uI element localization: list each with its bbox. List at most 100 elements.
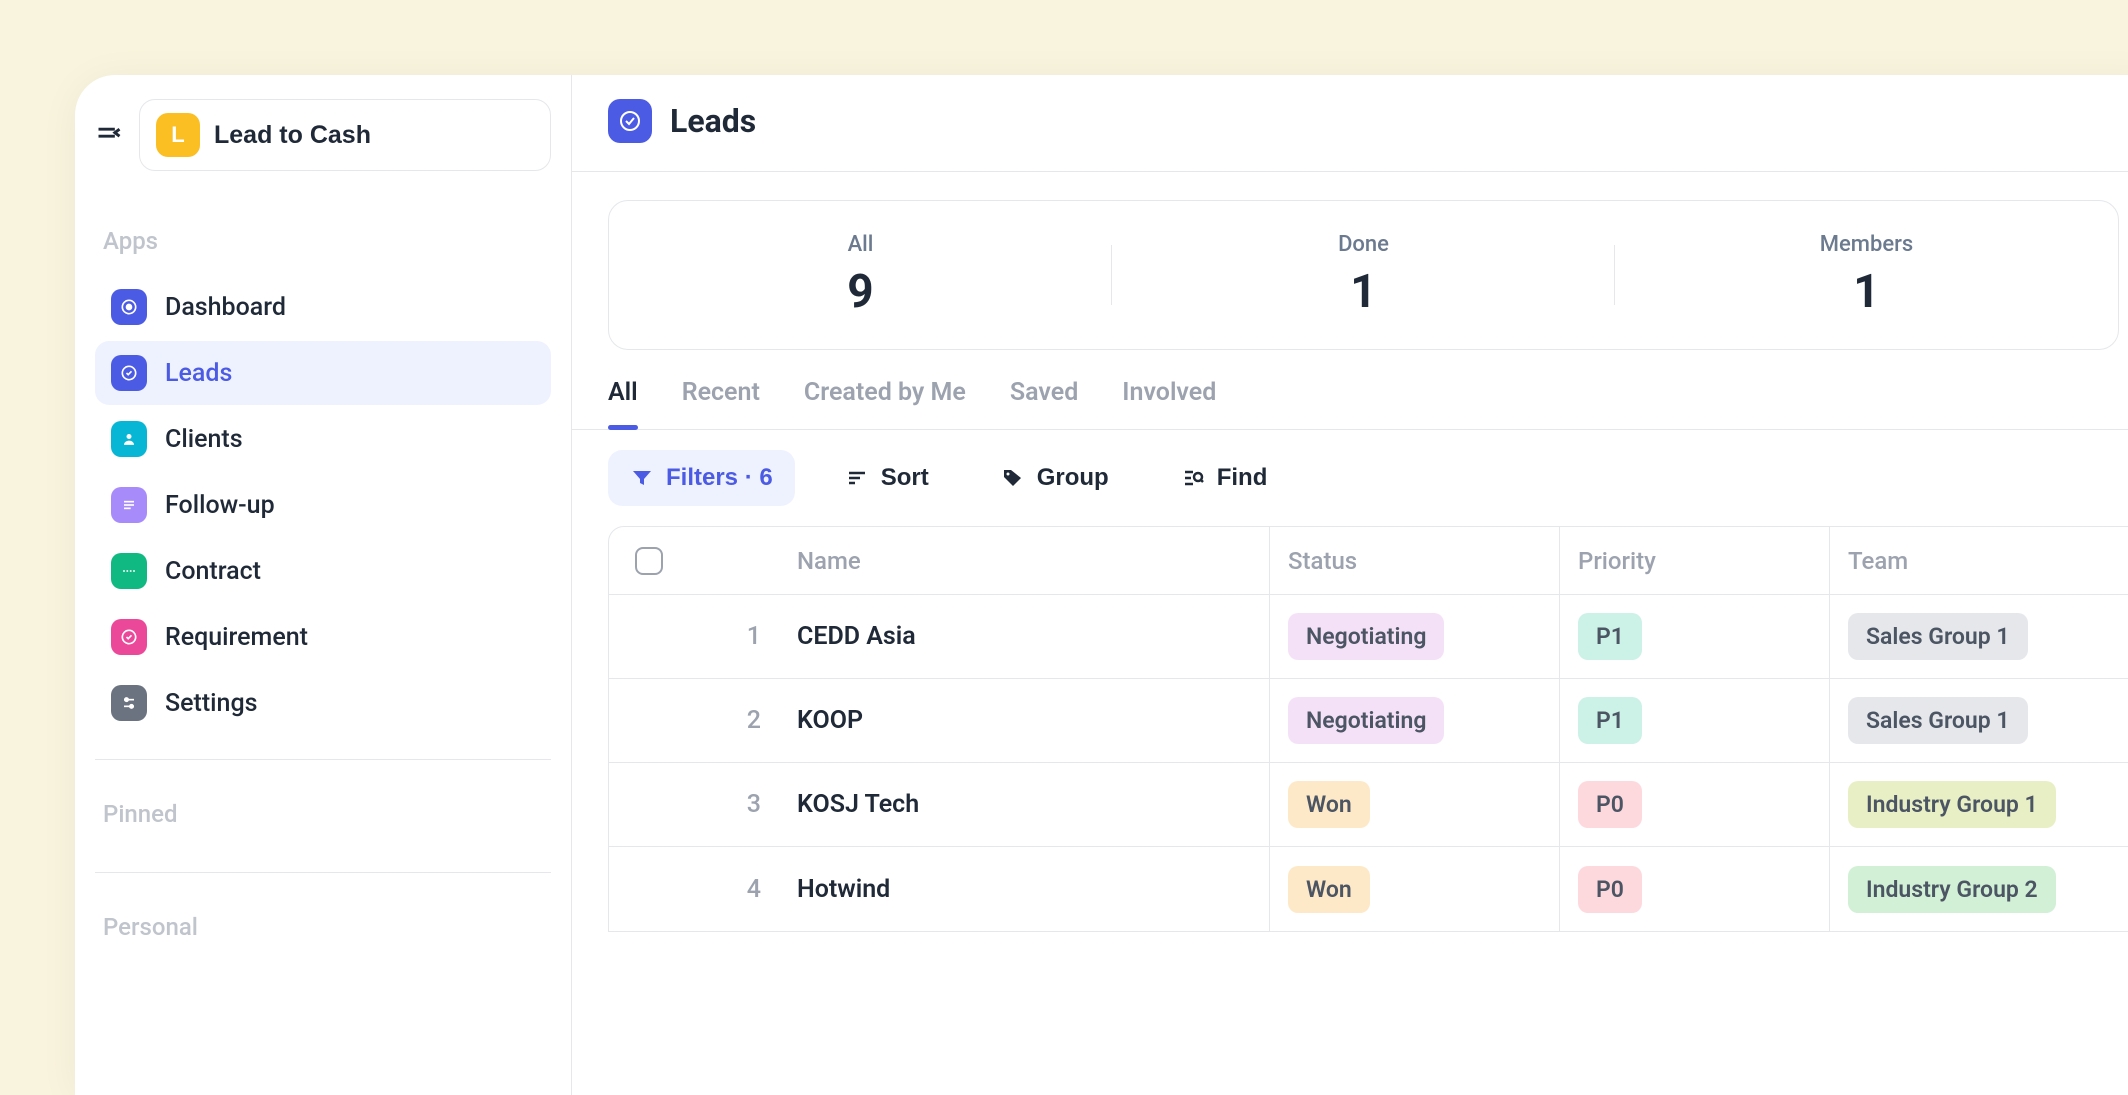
leads-table: Name Status Priority Team 1CEDD Asia Nego… (608, 526, 2128, 932)
section-apps-label: Apps (95, 211, 551, 275)
workspace-avatar: L (156, 113, 200, 157)
status-badge[interactable]: Won (1288, 781, 1370, 828)
stats-row: All 9 Done 1 Members 1 (608, 200, 2119, 350)
sidebar-item-label: Follow-up (165, 491, 275, 520)
stat-value: 1 (1350, 265, 1376, 319)
sidebar-item-followup[interactable]: Follow-up (95, 473, 551, 537)
row-index: 3 (689, 790, 779, 819)
column-priority[interactable]: Priority (1559, 527, 1829, 594)
row-team: Sales Group 1 (1829, 595, 2128, 678)
table-header: Name Status Priority Team (609, 527, 2128, 595)
team-badge[interactable]: Sales Group 1 (1848, 613, 2028, 660)
sidebar-item-settings[interactable]: Settings (95, 671, 551, 735)
row-status: Won (1269, 763, 1559, 846)
sidebar-item-contract[interactable]: Contract (95, 539, 551, 603)
divider (95, 872, 551, 873)
table-row[interactable]: 3KOSJ Tech Won P0 Industry Group 1 (609, 763, 2128, 847)
find-button[interactable]: Find (1159, 450, 1290, 506)
contract-icon (111, 553, 147, 589)
status-badge[interactable]: Negotiating (1288, 697, 1444, 744)
app-window: L Lead to Cash Apps Dashboard Leads Clie… (75, 75, 2128, 1095)
sidebar: L Lead to Cash Apps Dashboard Leads Clie… (75, 75, 572, 1095)
workspace-switcher[interactable]: L Lead to Cash (139, 99, 551, 171)
settings-icon (111, 685, 147, 721)
select-all-checkbox[interactable] (635, 547, 663, 575)
sidebar-item-leads[interactable]: Leads (95, 341, 551, 405)
requirement-icon (111, 619, 147, 655)
priority-badge[interactable]: P0 (1578, 781, 1642, 828)
main-content: Leads All 9 Done 1 Members 1 All Recent … (572, 75, 2128, 1095)
tab-involved[interactable]: Involved (1122, 378, 1216, 429)
priority-badge[interactable]: P1 (1578, 613, 1642, 660)
status-badge[interactable]: Negotiating (1288, 613, 1444, 660)
priority-badge[interactable]: P1 (1578, 697, 1642, 744)
column-name[interactable]: Name (779, 547, 1269, 575)
sort-label: Sort (881, 464, 929, 492)
find-label: Find (1217, 464, 1268, 492)
sidebar-item-requirement[interactable]: Requirement (95, 605, 551, 669)
nav-items: Dashboard Leads Clients Follow-up Contra… (95, 275, 551, 735)
filters-button[interactable]: Filters · 6 (608, 450, 795, 506)
tag-icon (1001, 466, 1025, 490)
table-row[interactable]: 1CEDD Asia Negotiating P1 Sales Group 1 (609, 595, 2128, 679)
sidebar-item-dashboard[interactable]: Dashboard (95, 275, 551, 339)
stat-value: 1 (1853, 265, 1879, 319)
row-index: 1 (689, 622, 779, 651)
stat-all[interactable]: All 9 (609, 201, 1112, 349)
table-row[interactable]: 4Hotwind Won P0 Industry Group 2 (609, 847, 2128, 931)
team-badge[interactable]: Sales Group 1 (1848, 697, 2028, 744)
tabs: All Recent Created by Me Saved Involved (572, 350, 2128, 430)
find-icon (1181, 466, 1205, 490)
row-name: CEDD Asia (779, 622, 1269, 651)
row-team: Industry Group 2 (1829, 847, 2128, 931)
collapse-sidebar-icon[interactable] (95, 121, 123, 149)
divider (572, 171, 2128, 172)
row-name: Hotwind (779, 875, 1269, 904)
filters-label: Filters · 6 (666, 464, 773, 492)
row-status: Negotiating (1269, 595, 1559, 678)
header-checkbox-cell (609, 547, 689, 575)
page-header: Leads (572, 99, 2128, 171)
row-status: Negotiating (1269, 679, 1559, 762)
team-badge[interactable]: Industry Group 2 (1848, 866, 2056, 913)
sort-icon (845, 466, 869, 490)
row-team: Sales Group 1 (1829, 679, 2128, 762)
sidebar-item-label: Clients (165, 425, 243, 454)
sidebar-item-clients[interactable]: Clients (95, 407, 551, 471)
table-row[interactable]: 2KOOPNegotiatingP1Sales Group 1 (609, 679, 2128, 763)
stat-label: All (848, 232, 874, 257)
team-badge[interactable]: Industry Group 1 (1848, 781, 2056, 828)
group-button[interactable]: Group (979, 450, 1131, 506)
stat-value: 9 (847, 265, 873, 319)
priority-badge[interactable]: P0 (1578, 866, 1642, 913)
section-personal-label: Personal (95, 897, 551, 961)
row-index: 2 (689, 706, 779, 735)
row-status: Won (1269, 847, 1559, 931)
sidebar-header: L Lead to Cash (95, 99, 551, 171)
stat-members[interactable]: Members 1 (1615, 201, 2118, 349)
dashboard-icon (111, 289, 147, 325)
column-status[interactable]: Status (1269, 527, 1559, 594)
tab-saved[interactable]: Saved (1010, 378, 1078, 429)
sidebar-item-label: Leads (165, 359, 232, 388)
sidebar-item-label: Dashboard (165, 293, 286, 322)
workspace-name: Lead to Cash (214, 121, 371, 150)
tab-all[interactable]: All (608, 378, 638, 429)
row-team: Industry Group 1 (1829, 763, 2128, 846)
divider (95, 759, 551, 760)
filter-icon (630, 466, 654, 490)
stat-done[interactable]: Done 1 (1112, 201, 1615, 349)
page-icon (608, 99, 652, 143)
tab-created-by-me[interactable]: Created by Me (804, 378, 966, 429)
column-team[interactable]: Team (1829, 527, 2128, 594)
tab-recent[interactable]: Recent (682, 378, 760, 429)
status-badge[interactable]: Won (1288, 866, 1370, 913)
row-priority: P1 (1559, 679, 1829, 762)
sidebar-item-label: Requirement (165, 623, 308, 652)
row-name: KOSJ Tech (779, 790, 1269, 819)
clients-icon (111, 421, 147, 457)
row-index: 4 (689, 875, 779, 904)
row-priority: P0 (1559, 847, 1829, 931)
sort-button[interactable]: Sort (823, 450, 951, 506)
row-priority: P0 (1559, 763, 1829, 846)
